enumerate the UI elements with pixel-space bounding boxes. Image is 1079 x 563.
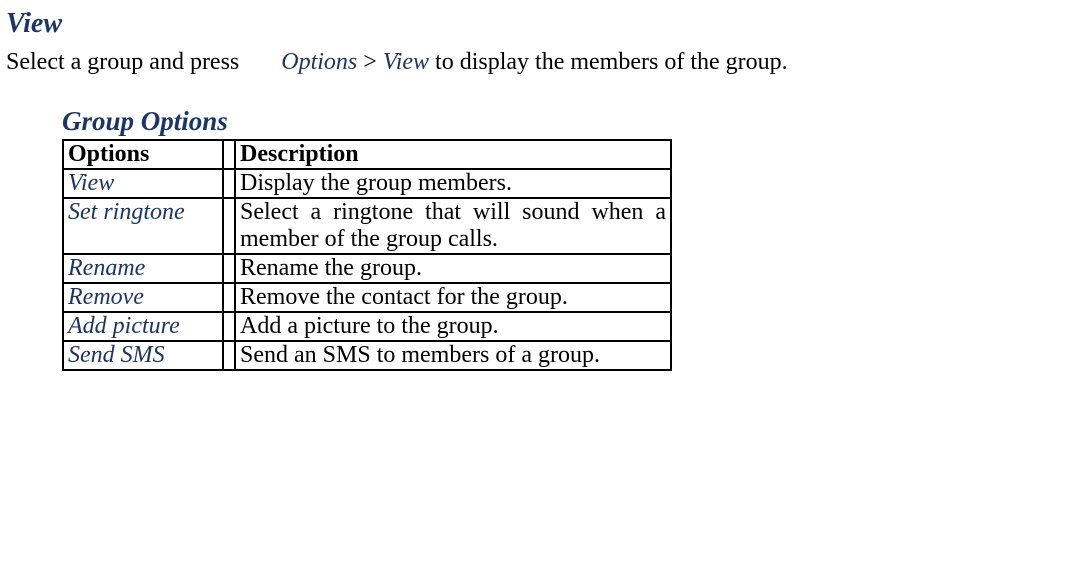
table-spacer (223, 140, 235, 169)
section-heading-group-options: Group Options (62, 106, 672, 137)
group-options-table: Options Description View Display the gro… (62, 139, 672, 371)
option-description: Remove the contact for the group. (235, 283, 671, 312)
header-description: Description (235, 140, 671, 169)
option-description: Display the group members. (235, 169, 671, 198)
table-row: Send SMS Send an SMS to members of a gro… (63, 341, 671, 370)
option-description: Add a picture to the group. (235, 312, 671, 341)
table-row: Remove Remove the contact for the group. (63, 283, 671, 312)
option-description: Rename the group. (235, 254, 671, 283)
breadcrumb-separator: > (363, 49, 383, 75)
intro-prefix: Select a group and press (6, 49, 245, 75)
option-name: Add picture (63, 312, 223, 341)
intro-suffix-text: to display the members of the group. (435, 49, 788, 75)
menu-path-view: View (383, 49, 429, 75)
table-row: Rename Rename the group. (63, 254, 671, 283)
table-spacer (223, 198, 235, 254)
table-spacer (223, 254, 235, 283)
option-description: Send an SMS to members of a group. (235, 341, 671, 370)
option-name: Set ringtone (63, 198, 223, 254)
table-spacer (223, 283, 235, 312)
header-options: Options (63, 140, 223, 169)
table-row: Set ringtone Select a ringtone that will… (63, 198, 671, 254)
table-spacer (223, 169, 235, 198)
table-spacer (223, 341, 235, 370)
table-row: Add picture Add a picture to the group. (63, 312, 671, 341)
option-description: Select a ringtone that will sound when a… (235, 198, 671, 254)
intro-text: Select a group and press Options > View … (6, 46, 1079, 80)
table-row: View Display the group members. (63, 169, 671, 198)
option-name: Remove (63, 283, 223, 312)
section-heading-view: View (6, 8, 1079, 40)
table-spacer (223, 312, 235, 341)
option-name: Rename (63, 254, 223, 283)
table-header-row: Options Description (63, 140, 671, 169)
option-name: Send SMS (63, 341, 223, 370)
menu-path-options: Options (281, 49, 357, 75)
option-name: View (63, 169, 223, 198)
